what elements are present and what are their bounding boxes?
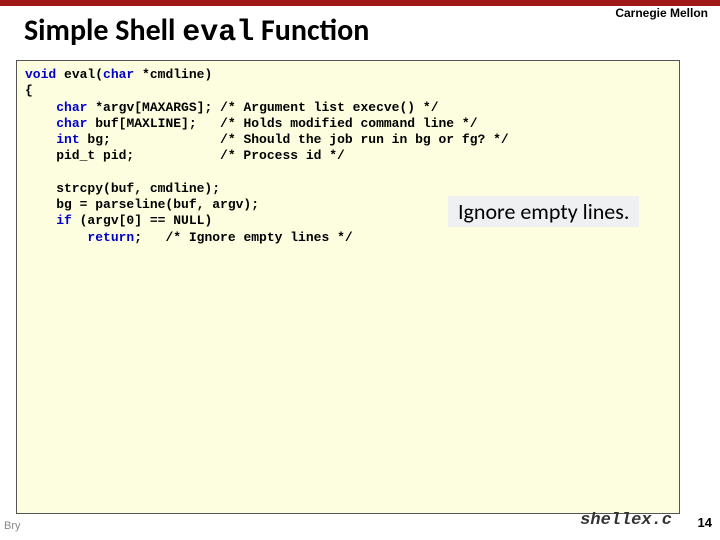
footer-left-text: Bry (4, 520, 21, 532)
kw-if: if (56, 213, 72, 228)
code-text (25, 100, 56, 115)
source-filename: shellex.c (580, 511, 672, 530)
code-text: strcpy(buf, cmdline); (25, 181, 220, 196)
title-text-post: Function (254, 12, 369, 49)
header: Carnegie Mellon Simple Shell eval Functi… (0, 6, 720, 54)
kw-char: char (56, 116, 87, 131)
code-text: eval( (56, 67, 103, 82)
title-code: eval (182, 16, 254, 50)
kw-char: char (56, 100, 87, 115)
code-text: bg; /* Should the job run in bg or fg? *… (80, 132, 509, 147)
code-text: (argv[0] == NULL) (72, 213, 212, 228)
university-label: Carnegie Mellon (615, 6, 708, 20)
code-text: *argv[MAXARGS]; /* Argument list execve(… (87, 100, 438, 115)
code-text: { (25, 83, 33, 98)
code-text (25, 230, 87, 245)
kw-char: char (103, 67, 134, 82)
code-text (25, 116, 56, 131)
code-text: bg = parseline(buf, argv); (25, 197, 259, 212)
code-block: void eval(char *cmdline) { char *argv[MA… (16, 60, 680, 514)
slide-title: Simple Shell eval Function (24, 12, 369, 50)
kw-return: return (87, 230, 134, 245)
code-text (25, 132, 56, 147)
code-text (25, 213, 56, 228)
kw-void: void (25, 67, 56, 82)
code-text: *cmdline) (134, 67, 212, 82)
page-number: 14 (698, 515, 712, 530)
code-text: buf[MAXLINE]; /* Holds modified command … (87, 116, 477, 131)
kw-int: int (56, 132, 79, 147)
code-text: ; /* Ignore empty lines */ (134, 230, 352, 245)
code-text: pid_t pid; /* Process id */ (25, 148, 345, 163)
annotation-ignore-empty: Ignore empty lines. (448, 196, 639, 227)
title-text-pre: Simple Shell (24, 12, 182, 49)
